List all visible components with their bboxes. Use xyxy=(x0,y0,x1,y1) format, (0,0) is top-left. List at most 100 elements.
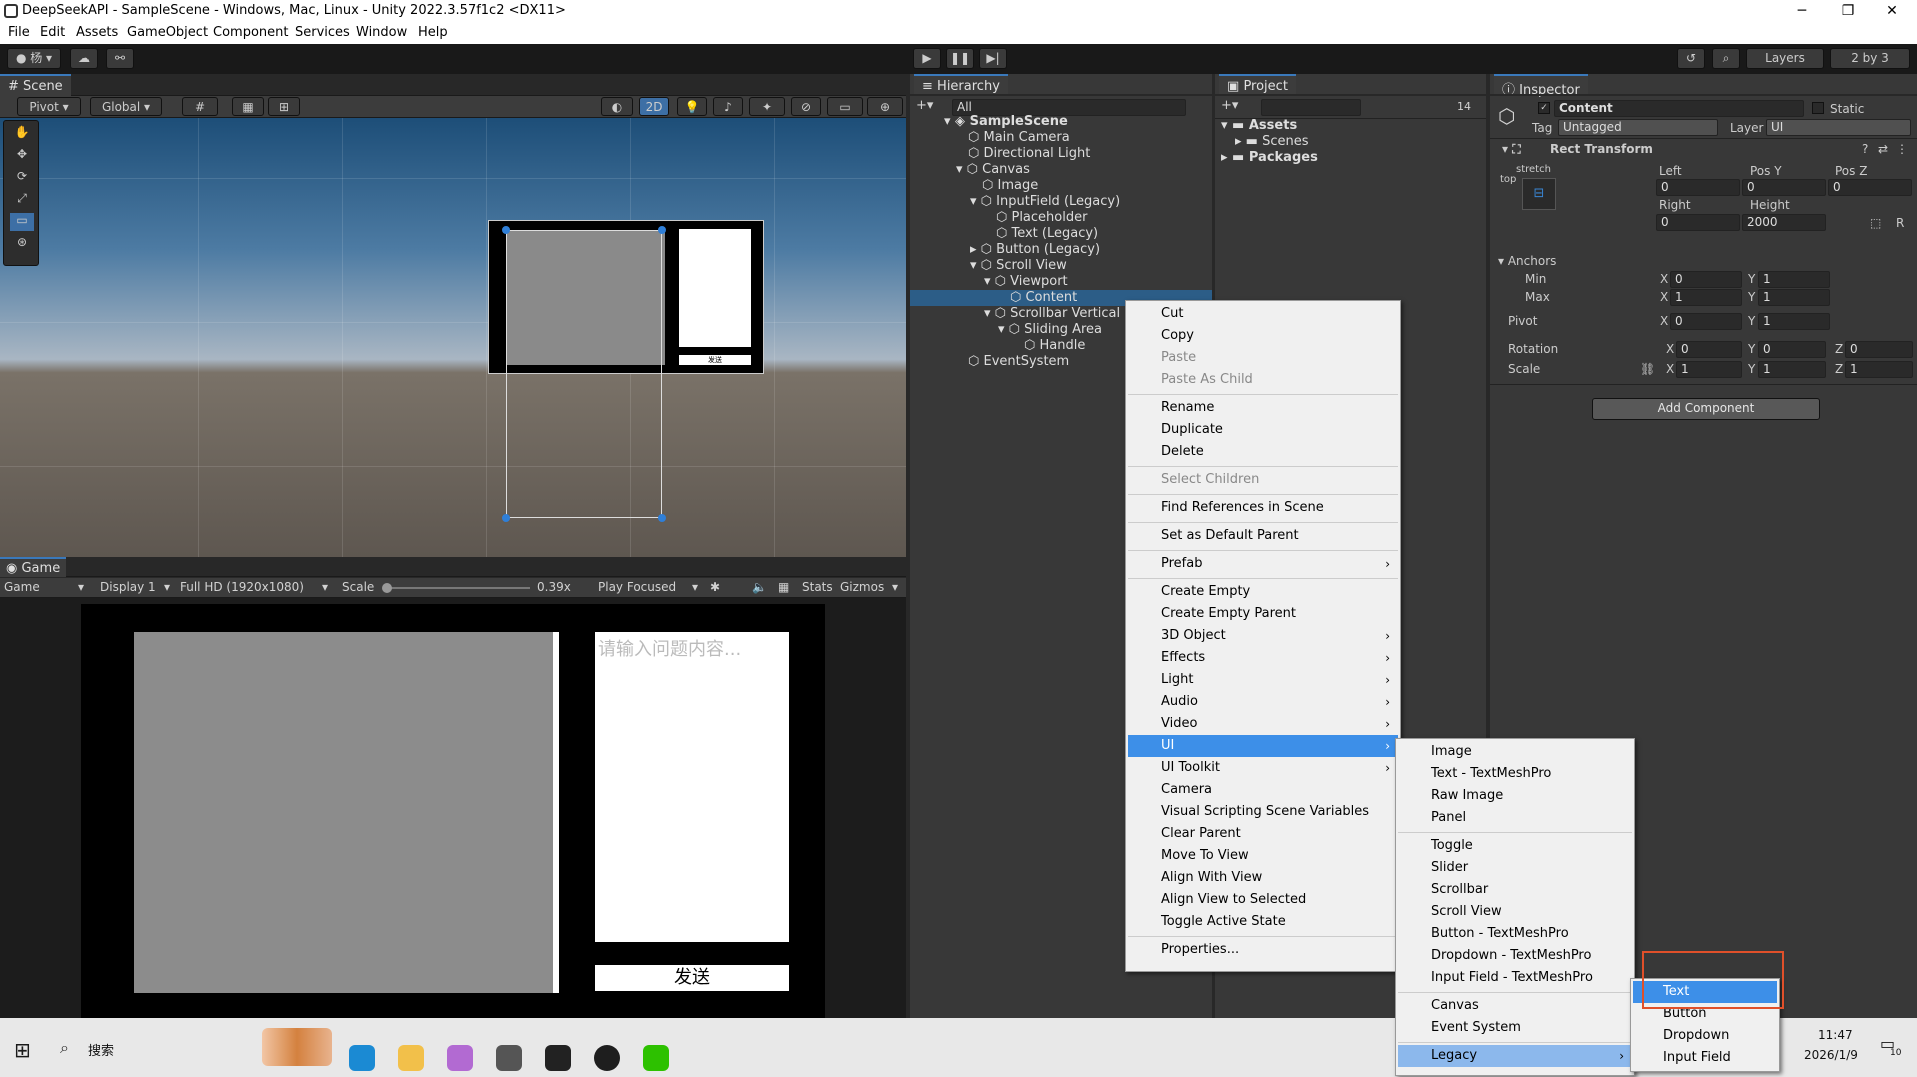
right-field[interactable]: 0 xyxy=(1656,214,1740,231)
clock-time[interactable]: 11:47 xyxy=(1818,1028,1853,1042)
hierarchy-item-text-legacy[interactable]: ⬡ Text (Legacy) xyxy=(996,226,1098,242)
anchor-max-x-field[interactable]: 1 xyxy=(1670,289,1742,306)
app-icon[interactable] xyxy=(447,1045,473,1071)
gizmos-icon[interactable]: ⊕ xyxy=(867,97,903,116)
menu-item-properties[interactable]: Properties... xyxy=(1128,939,1398,961)
folder-assets[interactable]: ▾ ▬ Assets xyxy=(1221,118,1297,134)
menu-assets[interactable]: Assets xyxy=(76,25,118,40)
minimize-button[interactable]: ─ xyxy=(1780,0,1824,24)
hand-tool-icon[interactable]: ✋ xyxy=(10,125,34,143)
folder-packages[interactable]: ▸ ▬ Packages xyxy=(1221,150,1318,166)
clock-date[interactable]: 2026/1/9 xyxy=(1804,1048,1858,1062)
scale-x-field[interactable]: 1 xyxy=(1676,361,1742,378)
project-create-icon[interactable]: +▾ xyxy=(1221,98,1238,113)
raw-edit-button[interactable]: R xyxy=(1896,216,1904,230)
menu-item-scroll-view[interactable]: Scroll View xyxy=(1398,901,1632,923)
menu-item-paste-as-child[interactable]: Paste As Child xyxy=(1128,369,1398,391)
pivot-dropdown[interactable]: Pivot ▾ xyxy=(17,97,81,116)
hierarchy-item-directional-light[interactable]: ⬡ Directional Light xyxy=(968,146,1090,162)
layers-dropdown[interactable]: Layers xyxy=(1746,48,1824,69)
posz-field[interactable]: 0 xyxy=(1828,179,1912,196)
hierarchy-item-button-legacy[interactable]: ▸ ⬡ Button (Legacy) xyxy=(970,242,1100,258)
scale-z-field[interactable]: 1 xyxy=(1845,361,1913,378)
account-dropdown[interactable]: ● 杨 ▾ xyxy=(7,48,61,69)
taskbar-search-label[interactable]: 搜索 xyxy=(88,1040,114,1059)
stats-toggle[interactable]: Stats xyxy=(802,580,833,594)
question-input-field[interactable]: 请输入问题内容... xyxy=(595,632,789,942)
menu-item-move-to-view[interactable]: Move To View xyxy=(1128,845,1398,867)
unity-editor-icon[interactable] xyxy=(545,1045,571,1071)
rotate-tool-icon[interactable]: ⟳ xyxy=(10,169,34,187)
tab-scene[interactable]: # Scene xyxy=(0,74,71,96)
posy-field[interactable]: 0 xyxy=(1742,179,1826,196)
close-button[interactable]: ✕ xyxy=(1870,0,1914,24)
menu-edit[interactable]: Edit xyxy=(40,25,65,40)
menu-item-paste[interactable]: Paste xyxy=(1128,347,1398,369)
menu-item-cut[interactable]: Cut xyxy=(1128,303,1398,325)
unity-hub-icon[interactable] xyxy=(496,1045,522,1071)
object-name-field[interactable]: Content xyxy=(1554,100,1804,117)
taskbar-search-icon[interactable]: ⌕ xyxy=(60,1038,69,1058)
menu-item-event-system[interactable]: Event System xyxy=(1398,1017,1632,1039)
create-icon[interactable]: +▾ xyxy=(916,98,933,113)
menu-item-slider[interactable]: Slider xyxy=(1398,857,1632,879)
move-tool-icon[interactable]: ✥ xyxy=(10,147,34,165)
menu-item-toggle-active-state[interactable]: Toggle Active State xyxy=(1128,911,1398,933)
anchor-preset-button[interactable]: ⊟ xyxy=(1522,178,1556,210)
stats-icon[interactable]: ▦ xyxy=(778,580,789,594)
menu-window[interactable]: Window xyxy=(356,25,407,40)
component-menu-icon[interactable]: ⋮ xyxy=(1896,142,1908,156)
windows-start-icon[interactable]: ⊞ xyxy=(14,1038,31,1062)
hierarchy-item-eventsystem[interactable]: ⬡ EventSystem xyxy=(968,354,1069,370)
resolution-dropdown[interactable]: Full HD (1920x1080) xyxy=(180,580,304,594)
qq-icon[interactable] xyxy=(594,1045,620,1071)
menu-item-ui-toolkit[interactable]: UI Toolkit › xyxy=(1128,757,1398,779)
active-checkbox[interactable]: ✓ xyxy=(1538,102,1550,114)
anchor-min-x-field[interactable]: 0 xyxy=(1670,271,1742,288)
hierarchy-item-canvas[interactable]: ▾ ⬡ Canvas xyxy=(956,162,1030,178)
rotation-z-field[interactable]: 0 xyxy=(1845,341,1913,358)
link-icon[interactable]: ⛓ xyxy=(1640,362,1655,376)
component-help-icon[interactable]: ? xyxy=(1862,142,1868,156)
mute-audio-icon[interactable]: 🔈 xyxy=(752,580,767,594)
scene-view[interactable]: 发送 xyxy=(0,118,906,557)
menu-services[interactable]: Services xyxy=(295,25,350,40)
scale-y-field[interactable]: 1 xyxy=(1758,361,1826,378)
rect-handle[interactable] xyxy=(658,514,666,522)
menu-item-prefab[interactable]: Prefab › xyxy=(1128,553,1398,575)
rotation-x-field[interactable]: 0 xyxy=(1676,341,1742,358)
camera-settings-icon[interactable]: ▭ xyxy=(827,97,863,116)
menu-item-dropdown-textmeshpro[interactable]: Dropdown - TextMeshPro xyxy=(1398,945,1632,967)
rect-handle[interactable] xyxy=(502,226,510,234)
menu-item-canvas[interactable]: Canvas xyxy=(1398,995,1632,1017)
menu-item-input-field-textmeshpro[interactable]: Input Field - TextMeshPro xyxy=(1398,967,1632,989)
menu-item-legacy-dropdown[interactable]: Dropdown xyxy=(1633,1025,1777,1047)
increment-snap-icon[interactable]: ⊞ xyxy=(268,97,300,116)
menu-item-align-view-to-selected[interactable]: Align View to Selected xyxy=(1128,889,1398,911)
menu-item-raw-image[interactable]: Raw Image xyxy=(1398,785,1632,807)
transform-tool-icon[interactable]: ⊛ xyxy=(10,235,34,253)
anchor-max-y-field[interactable]: 1 xyxy=(1758,289,1830,306)
scale-tool-icon[interactable]: ⤢ xyxy=(10,191,34,209)
menu-item-effects[interactable]: Effects › xyxy=(1128,647,1398,669)
height-field[interactable]: 2000 xyxy=(1742,214,1826,231)
global-dropdown[interactable]: Global ▾ xyxy=(90,97,162,116)
rect-tool-icon[interactable]: ▭ xyxy=(10,213,34,231)
rect-transform-header[interactable]: Rect Transform xyxy=(1550,142,1653,156)
tab-project[interactable]: ▣ Project xyxy=(1219,74,1296,96)
edge-icon[interactable] xyxy=(349,1045,375,1071)
component-presets-icon[interactable]: ⇄ xyxy=(1878,142,1888,156)
menu-item-image[interactable]: Image xyxy=(1398,741,1632,763)
menu-item-ui[interactable]: UI › xyxy=(1128,735,1398,757)
send-button[interactable]: 发送 xyxy=(595,965,789,991)
hierarchy-item-scrollbar-vertical[interactable]: ▾ ⬡ Scrollbar Vertical xyxy=(984,306,1120,322)
anchors-label[interactable]: ▾ Anchors xyxy=(1498,254,1556,268)
menu-item-camera[interactable]: Camera xyxy=(1128,779,1398,801)
tab-inspector[interactable]: ⓘ Inspector xyxy=(1494,74,1588,98)
collab-icon[interactable]: ⚯ xyxy=(106,48,134,69)
input-field-object[interactable] xyxy=(679,229,751,347)
hierarchy-item-sliding-area[interactable]: ▾ ⬡ Sliding Area xyxy=(998,322,1102,338)
anchor-min-y-field[interactable]: 1 xyxy=(1758,271,1830,288)
menu-item-create-empty-parent[interactable]: Create Empty Parent xyxy=(1128,603,1398,625)
hierarchy-item-scroll-view[interactable]: ▾ ⬡ Scroll View xyxy=(970,258,1067,274)
